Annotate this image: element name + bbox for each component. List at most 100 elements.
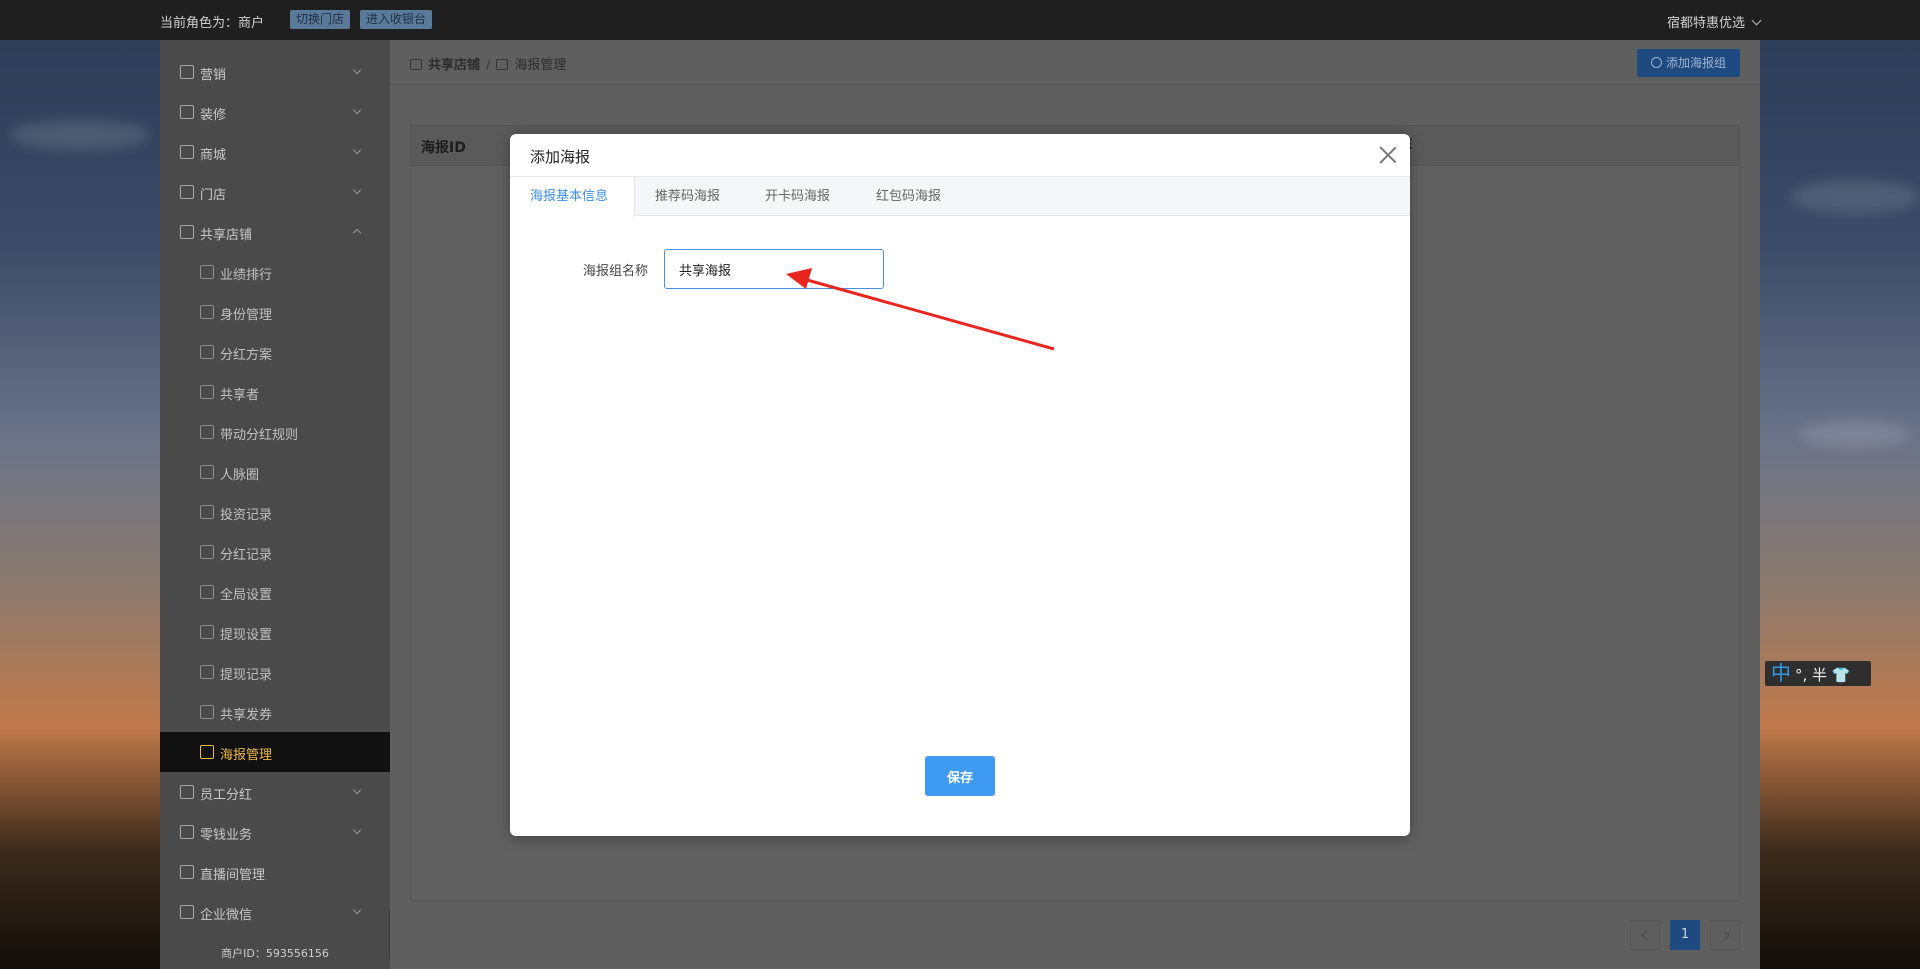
sidebar-item[interactable]: 共享发券 (160, 692, 390, 732)
sidebar-item[interactable]: 业绩排行 (160, 252, 390, 292)
tab-redpacket-poster[interactable]: 红包码海报 (876, 177, 941, 217)
sidebar-item-label: 企业微信 (200, 908, 253, 923)
column-poster-id: 海报ID (421, 140, 466, 156)
chevron-down-icon (352, 785, 362, 795)
menu-item-icon (200, 505, 214, 519)
sidebar-item[interactable]: 员工分红 (160, 772, 390, 812)
sidebar-item[interactable]: 投资记录 (160, 492, 390, 532)
sidebar-item[interactable]: 海报管理 (160, 732, 390, 772)
sidebar-item[interactable]: 分红方案 (160, 332, 390, 372)
sidebar-item-label: 员工分红 (200, 788, 253, 803)
tab-basic-info[interactable]: 海报基本信息 (510, 177, 635, 217)
sidebar-item-label: 业绩排行 (220, 268, 273, 283)
sidebar-item-label: 共享店铺 (200, 228, 253, 243)
modal-tabs: 海报基本信息 推荐码海报 开卡码海报 红包码海报 (510, 176, 1410, 217)
poster-group-name-input[interactable] (664, 249, 884, 289)
menu-item-icon (180, 225, 194, 239)
sidebar-item-label: 商城 (200, 148, 227, 163)
sidebar-item[interactable]: 企业微信 (160, 892, 390, 932)
sidebar-item-label: 门店 (200, 188, 227, 203)
merchant-id: 商户ID：593556156 (221, 947, 329, 960)
plus-circle-icon (1650, 57, 1662, 68)
ime-mode: 中 (1771, 661, 1791, 685)
sidebar: 商户ID：593556156 营销装修商城门店共享店铺业绩排行身份管理分红方案共… (160, 40, 390, 969)
poster-icon (496, 59, 509, 70)
sidebar-item[interactable]: 共享者 (160, 372, 390, 412)
sidebar-item[interactable]: 装修 (160, 92, 390, 132)
sidebar-item-label: 营销 (200, 68, 227, 83)
sidebar-item[interactable]: 带动分红规则 (160, 412, 390, 452)
role-text: 当前角色为：商户 (160, 16, 265, 31)
chevron-down-icon (352, 905, 362, 915)
sidebar-item[interactable]: 直播间管理 (160, 852, 390, 892)
sidebar-item[interactable]: 分红记录 (160, 532, 390, 572)
menu-item-icon (200, 585, 214, 599)
chevron-down-icon (352, 65, 362, 75)
menu-item-icon (180, 65, 194, 79)
menu-item-icon (180, 145, 194, 159)
breadcrumb-parent[interactable]: 共享店铺 (428, 58, 480, 73)
menu-item-icon (200, 465, 214, 479)
sidebar-item-label: 分红方案 (220, 348, 273, 363)
prev-page-button[interactable] (1630, 920, 1660, 950)
switch-store-button[interactable]: 切换门店 (290, 10, 351, 29)
breadcrumb-current: 海报管理 (514, 58, 567, 73)
menu-item-icon (200, 265, 214, 279)
sidebar-item[interactable]: 门店 (160, 172, 390, 212)
ime-indicator: 中 °, 半 👕 (1765, 661, 1871, 686)
top-bar: 当前角色为：商户 切换门店 进入收银台 宿都特惠优选 (0, 0, 1920, 40)
tab-card-poster[interactable]: 开卡码海报 (765, 177, 830, 217)
breadcrumb-separator: / (486, 58, 491, 73)
store-name: 宿都特惠优选 (1666, 16, 1745, 31)
chevron-down-icon (352, 185, 362, 195)
sidebar-item[interactable]: 提现设置 (160, 612, 390, 652)
menu-item-icon (200, 545, 214, 559)
menu-item-icon (180, 105, 194, 119)
close-icon[interactable] (1376, 143, 1400, 167)
sidebar-item[interactable]: 共享店铺 (160, 212, 390, 252)
menu-item-icon (200, 305, 214, 319)
save-button[interactable]: 保存 (925, 756, 995, 796)
chevron-down-icon (352, 825, 362, 835)
menu-item-icon (200, 665, 214, 679)
sidebar-item-label: 海报管理 (220, 748, 273, 763)
menu-item-icon (180, 825, 194, 839)
sidebar-item-label: 投资记录 (220, 508, 273, 523)
add-poster-modal: 添加海报 海报基本信息 推荐码海报 开卡码海报 红包码海报 海报组名称 保存 (510, 134, 1410, 836)
menu-item-icon (200, 625, 214, 639)
enter-cashier-button[interactable]: 进入收银台 (360, 10, 433, 29)
header-divider (390, 84, 1760, 85)
sidebar-item[interactable]: 零钱业务 (160, 812, 390, 852)
tab-referral-poster[interactable]: 推荐码海报 (655, 177, 720, 217)
sidebar-item-label: 人脉圈 (220, 468, 260, 483)
sidebar-item-label: 直播间管理 (200, 868, 266, 883)
chevron-down-icon (352, 145, 362, 155)
background-cloud (1790, 180, 1920, 214)
sidebar-item[interactable]: 营销 (160, 52, 390, 92)
sidebar-item[interactable]: 提现记录 (160, 652, 390, 692)
menu-item-icon (200, 705, 214, 719)
sidebar-item[interactable]: 身份管理 (160, 292, 390, 332)
sidebar-item[interactable]: 商城 (160, 132, 390, 172)
store-selector[interactable]: 宿都特惠优选 (1666, 12, 1762, 31)
background-cloud (10, 120, 150, 150)
add-poster-group-button[interactable]: 添加海报组 (1636, 49, 1740, 77)
next-page-button[interactable] (1710, 920, 1740, 950)
chevron-down-icon (352, 105, 362, 115)
modal-title: 添加海报 (530, 148, 591, 166)
sidebar-item-label: 共享者 (220, 388, 260, 403)
pagination: 1 (1630, 920, 1740, 950)
sidebar-item-label: 带动分红规则 (220, 428, 299, 443)
menu-item-icon (180, 785, 194, 799)
sidebar-item-label: 零钱业务 (200, 828, 253, 843)
sidebar-item[interactable]: 全局设置 (160, 572, 390, 612)
menu-item-icon (200, 745, 214, 759)
sidebar-item[interactable]: 人脉圈 (160, 452, 390, 492)
menu-item-icon (180, 905, 194, 919)
poster-group-name-label: 海报组名称 (583, 264, 649, 279)
page-number-current[interactable]: 1 (1670, 920, 1700, 950)
sidebar-item-label: 共享发券 (220, 708, 273, 723)
sidebar-item-label: 分红记录 (220, 548, 273, 563)
sidebar-item-label: 全局设置 (220, 588, 273, 603)
menu-item-icon (180, 185, 194, 199)
